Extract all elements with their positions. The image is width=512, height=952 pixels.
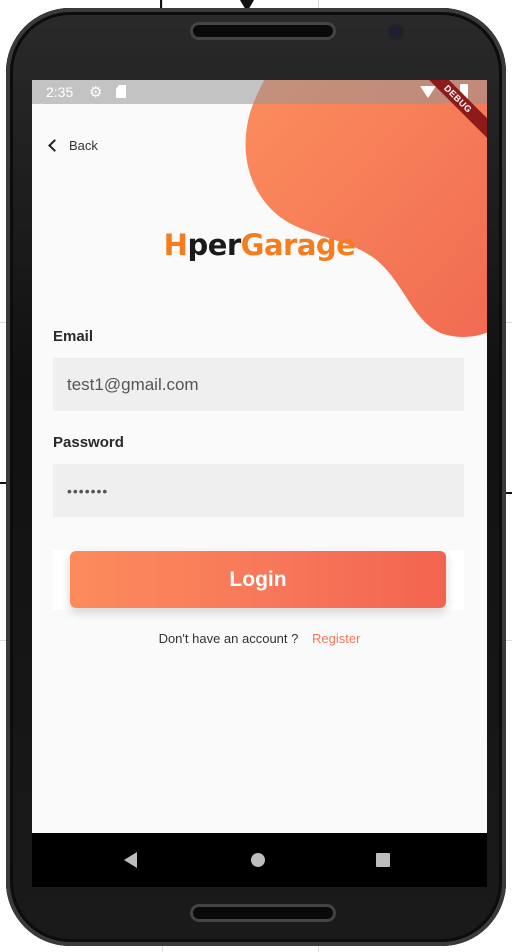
decorative-blob [245, 80, 487, 337]
register-row: Don't have an account ? Register [32, 631, 487, 646]
register-link[interactable]: Register [312, 631, 360, 646]
home-circle-icon[interactable] [251, 853, 265, 867]
back-triangle-icon[interactable] [124, 852, 137, 868]
earpiece-speaker [190, 22, 336, 40]
canvas: 2:35 ⚙ DEBUG Back HperGarage Email Passw… [0, 0, 512, 952]
login-button[interactable]: Login [70, 551, 446, 608]
status-bar: 2:35 ⚙ [32, 80, 487, 104]
logo-part-h: H [163, 228, 188, 262]
status-time: 2:35 [46, 84, 74, 100]
email-label: Email [53, 328, 94, 345]
email-field[interactable] [53, 358, 464, 411]
app-screen: 2:35 ⚙ DEBUG Back HperGarage Email Passw… [32, 80, 487, 887]
front-camera [390, 26, 402, 38]
register-prompt: Don't have an account ? [158, 631, 299, 646]
sd-card-icon [116, 85, 126, 98]
wifi-icon [420, 86, 436, 98]
chevron-left-icon [48, 139, 61, 152]
bottom-speaker [190, 904, 336, 922]
logo-part-per: per [187, 228, 241, 262]
password-field[interactable] [53, 464, 464, 517]
login-button-container: Login [53, 550, 464, 610]
app-logo: HperGarage [32, 228, 487, 262]
back-button[interactable]: Back [48, 138, 98, 153]
system-nav-bar [32, 833, 487, 887]
gear-icon: ⚙ [89, 84, 103, 101]
password-label: Password [53, 434, 124, 451]
back-label: Back [69, 138, 98, 153]
logo-part-garage: Garage [240, 228, 356, 262]
recent-square-icon[interactable] [376, 853, 390, 867]
